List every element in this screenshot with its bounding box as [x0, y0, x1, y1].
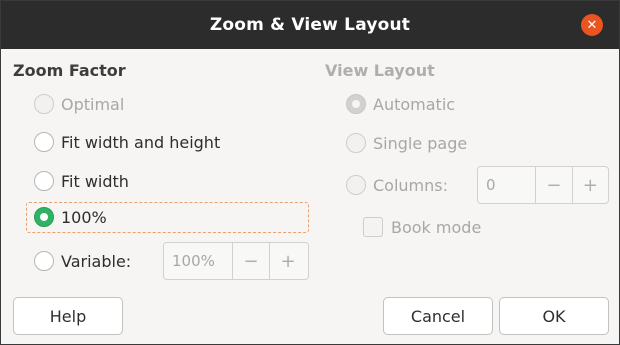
radio-optimal[interactable]: Optimal — [34, 94, 124, 114]
radio-fit-width-label: Fit width — [61, 171, 129, 191]
columns-spinbox[interactable]: 0 − + — [477, 166, 609, 204]
radio-100-percent-label: 100% — [61, 207, 107, 227]
minus-icon: − — [546, 174, 562, 196]
radio-optimal-label: Optimal — [61, 94, 125, 114]
checkbox[interactable] — [363, 217, 383, 237]
variable-zoom-spinbox[interactable]: 100% − + — [163, 242, 309, 280]
radio-single-page-label: Single page — [373, 133, 468, 153]
radio-fit-width-height[interactable]: Fit width and height — [34, 132, 220, 152]
plus-icon: + — [280, 250, 296, 272]
zoom-view-layout-dialog: Zoom & View Layout ✕ Zoom Factor Optimal… — [0, 0, 620, 345]
ok-button[interactable]: OK — [499, 297, 609, 335]
variable-zoom-value[interactable]: 100% — [164, 243, 232, 279]
cancel-button[interactable]: Cancel — [383, 297, 493, 335]
radio-variable[interactable]: Variable: — [34, 251, 131, 271]
help-button[interactable]: Help — [13, 297, 123, 335]
view-layout-heading: View Layout — [325, 61, 435, 80]
book-mode-checkbox[interactable]: Book mode — [363, 217, 481, 237]
book-mode-label: Book mode — [391, 217, 482, 237]
decrement-button[interactable]: − — [535, 167, 571, 203]
radio-fit-width-height-label: Fit width and height — [61, 132, 221, 152]
radio-button[interactable] — [34, 132, 54, 152]
radio-button[interactable] — [346, 175, 366, 195]
increment-button[interactable]: + — [571, 167, 608, 203]
radio-columns[interactable]: Columns: — [346, 175, 448, 195]
radio-button[interactable] — [346, 133, 366, 153]
radio-button[interactable] — [34, 94, 54, 114]
radio-button-selected[interactable] — [346, 94, 366, 114]
radio-button-selected[interactable] — [34, 207, 54, 227]
radio-automatic[interactable]: Automatic — [346, 94, 455, 114]
plus-icon: + — [582, 174, 598, 196]
radio-100-percent[interactable]: 100% — [34, 207, 107, 227]
radio-fit-width[interactable]: Fit width — [34, 171, 129, 191]
radio-button[interactable] — [34, 251, 54, 271]
radio-single-page[interactable]: Single page — [346, 133, 467, 153]
title-bar: Zoom & View Layout ✕ — [1, 1, 619, 49]
radio-columns-label: Columns: — [373, 175, 448, 195]
radio-variable-label: Variable: — [61, 251, 132, 271]
increment-button[interactable]: + — [269, 243, 306, 279]
close-button[interactable]: ✕ — [581, 14, 603, 36]
radio-button[interactable] — [34, 171, 54, 191]
dialog-title: Zoom & View Layout — [209, 15, 411, 35]
columns-value[interactable]: 0 — [478, 167, 535, 203]
zoom-factor-heading: Zoom Factor — [13, 61, 126, 80]
decrement-button[interactable]: − — [232, 243, 269, 279]
close-icon: ✕ — [586, 17, 598, 33]
minus-icon: − — [243, 250, 259, 272]
radio-automatic-label: Automatic — [373, 94, 456, 114]
